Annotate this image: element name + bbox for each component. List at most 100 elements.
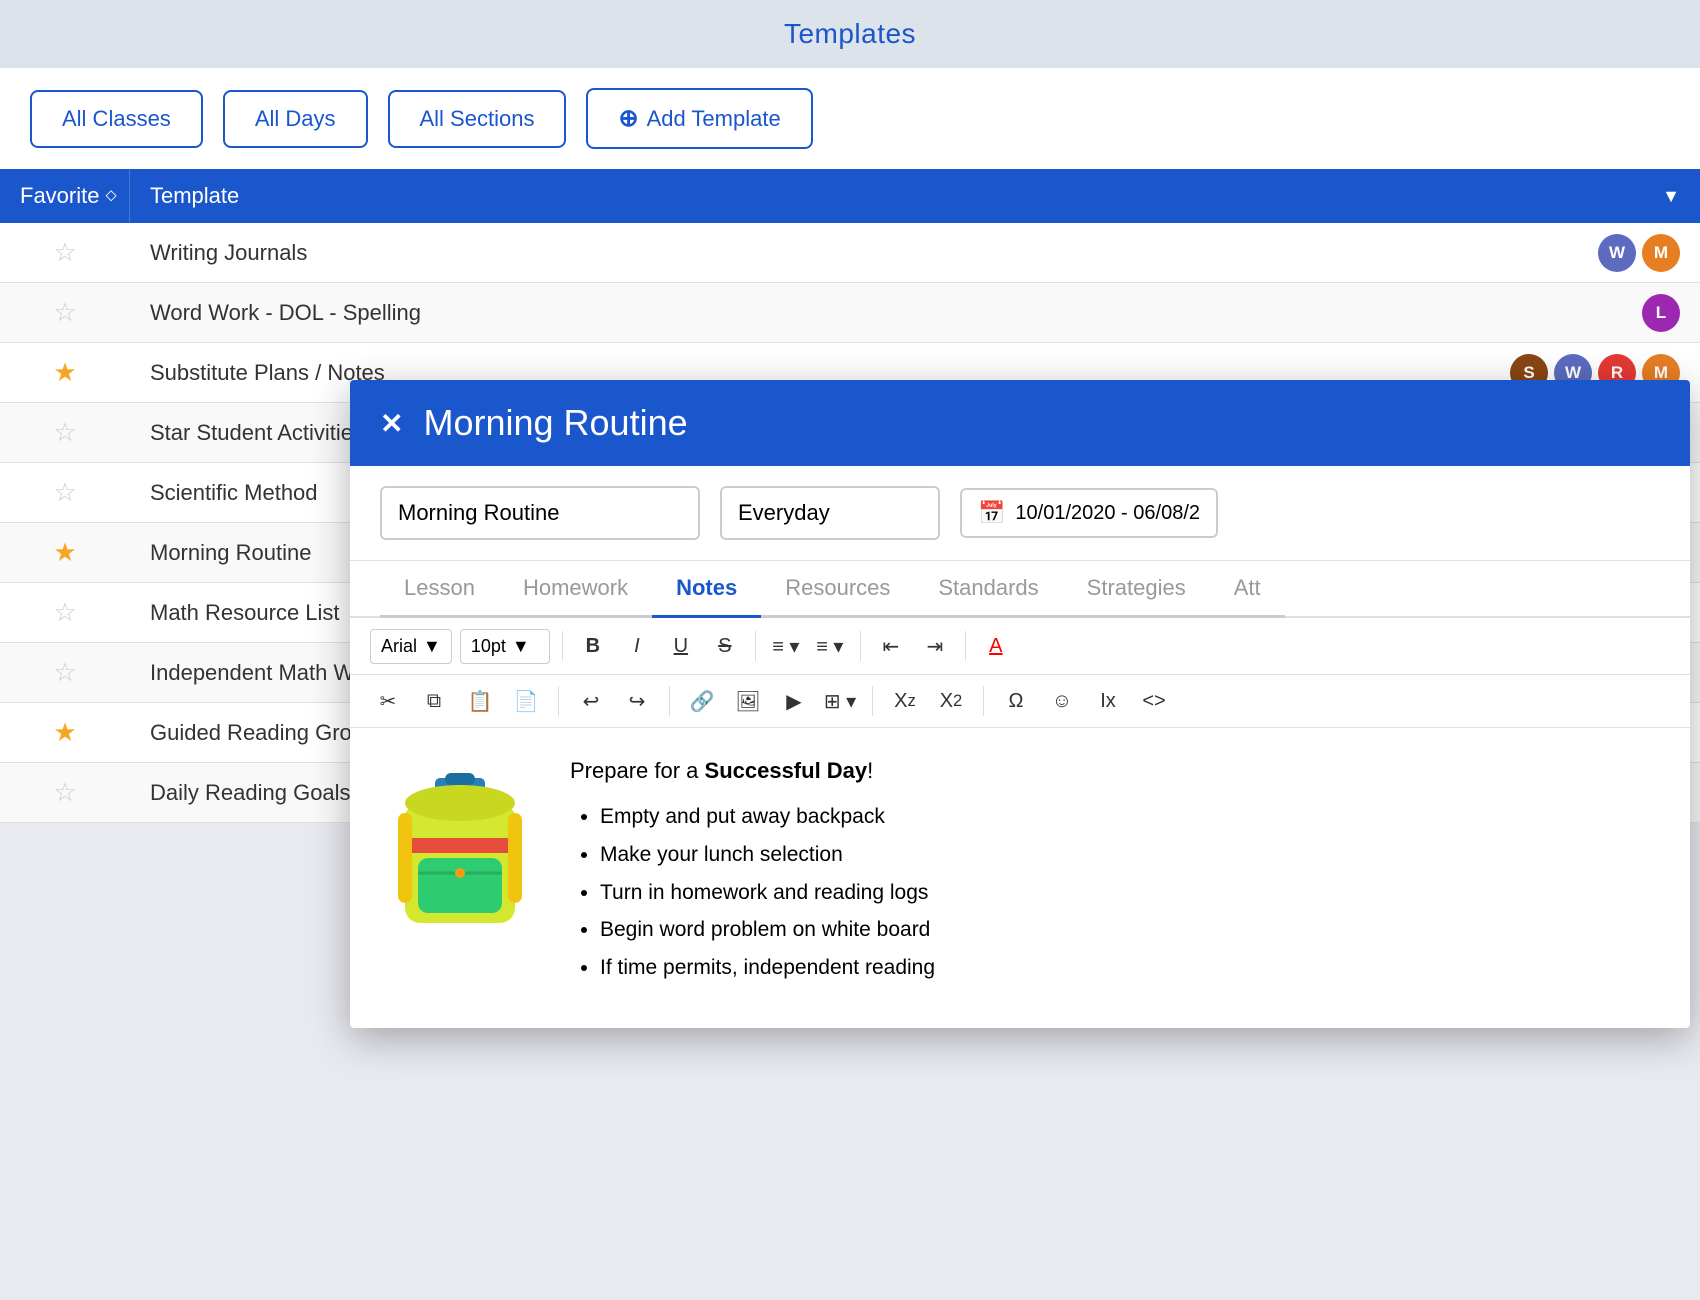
template-cell: Word Work - DOL - Spelling L xyxy=(130,284,1700,342)
tab-att[interactable]: Att xyxy=(1210,561,1285,618)
avatar: W xyxy=(1598,234,1636,272)
undo-button[interactable]: ↩ xyxy=(573,683,609,719)
video-button[interactable]: ▶ xyxy=(776,683,812,719)
unordered-list-button[interactable]: ≡ ▾ xyxy=(768,628,804,664)
copy-button[interactable]: ⧉ xyxy=(416,683,452,719)
table-header: Favorite ⬦ Template ▼ xyxy=(0,169,1700,223)
tab-standards[interactable]: Standards xyxy=(914,561,1062,618)
favorite-cell[interactable]: ★ xyxy=(0,707,130,758)
favorite-cell[interactable]: ☆ xyxy=(0,287,130,338)
tab-lesson[interactable]: Lesson xyxy=(380,561,499,618)
favorite-cell[interactable]: ☆ xyxy=(0,647,130,698)
modal-title: Morning Routine xyxy=(423,402,687,444)
star-icon[interactable]: ☆ xyxy=(53,777,76,808)
content-list: Empty and put away backpackMake your lun… xyxy=(570,798,1660,987)
modal-close-button[interactable]: ✕ xyxy=(380,407,403,440)
divider3 xyxy=(860,631,861,661)
star-icon[interactable]: ☆ xyxy=(53,297,76,328)
tab-notes[interactable]: Notes xyxy=(652,561,761,618)
cut-button[interactable]: ✂ xyxy=(370,683,406,719)
star-icon[interactable]: ☆ xyxy=(53,597,76,628)
frequency-input[interactable] xyxy=(720,486,940,540)
list-item: Turn in homework and reading logs xyxy=(600,874,1660,912)
font-color-button[interactable]: A xyxy=(978,628,1014,664)
col-favorite[interactable]: Favorite ⬦ xyxy=(0,169,130,223)
divider4 xyxy=(965,631,966,661)
clear-format-button[interactable]: Ιx xyxy=(1090,683,1126,719)
all-classes-button[interactable]: All Classes xyxy=(30,90,203,148)
underline-button[interactable]: U xyxy=(663,628,699,664)
editor-content[interactable]: Prepare for a Successful Day! Empty and … xyxy=(350,728,1690,1028)
favorite-cell[interactable]: ☆ xyxy=(0,587,130,638)
image-button[interactable]: 🖼 xyxy=(730,683,766,719)
modal-fields: 📅 10/01/2020 - 06/08/2 xyxy=(350,466,1690,561)
toolbar: All Classes All Days All Sections ⊕ Add … xyxy=(0,68,1700,169)
date-range-field[interactable]: 📅 10/01/2020 - 06/08/2 xyxy=(960,488,1218,538)
all-sections-button[interactable]: All Sections xyxy=(388,90,567,148)
italic-button[interactable]: I xyxy=(619,628,655,664)
star-icon[interactable]: ★ xyxy=(53,717,76,748)
star-icon[interactable]: ☆ xyxy=(53,237,76,268)
bold-button[interactable]: B xyxy=(575,628,611,664)
size-dropdown-icon: ▼ xyxy=(512,636,530,657)
redo-button[interactable]: ↪ xyxy=(619,683,655,719)
favorite-cell[interactable]: ☆ xyxy=(0,467,130,518)
outdent-button[interactable]: ⇤ xyxy=(873,628,909,664)
backpack-image xyxy=(380,758,540,938)
favorite-cell[interactable]: ★ xyxy=(0,527,130,578)
divider2 xyxy=(755,631,756,661)
font-selector[interactable]: Arial ▼ xyxy=(370,629,452,664)
content-intro: Prepare for a Successful Day! xyxy=(570,758,1660,784)
template-name: Word Work - DOL - Spelling xyxy=(150,300,1642,326)
template-name-input[interactable] xyxy=(380,486,700,540)
favorite-cell[interactable]: ★ xyxy=(0,347,130,398)
all-days-button[interactable]: All Days xyxy=(223,90,368,148)
ordered-list-button[interactable]: ≡ ▾ xyxy=(812,628,848,664)
editor-toolbar-row2: ✂ ⧉ 📋 📄 ↩ ↪ 🔗 🖼 ▶ ⊞ ▾ Xz X2 Ω ☺ Ιx <> xyxy=(350,675,1690,728)
calendar-icon: 📅 xyxy=(978,500,1005,526)
tab-resources[interactable]: Resources xyxy=(761,561,914,618)
superscript-button[interactable]: X2 xyxy=(933,683,969,719)
table-button[interactable]: ⊞ ▾ xyxy=(822,683,858,719)
favorite-cell[interactable]: ☆ xyxy=(0,767,130,818)
paste-button[interactable]: 📋 xyxy=(462,683,498,719)
emoji-button[interactable]: ☺ xyxy=(1044,683,1080,719)
indent-button[interactable]: ⇥ xyxy=(917,628,953,664)
content-area: Prepare for a Successful Day! Empty and … xyxy=(380,758,1660,987)
modal-header: ✕ Morning Routine xyxy=(350,380,1690,466)
tab-homework[interactable]: Homework xyxy=(499,561,652,618)
divider1 xyxy=(562,631,563,661)
template-cell: Writing Journals WM xyxy=(130,224,1700,282)
star-icon[interactable]: ★ xyxy=(53,357,76,388)
list-item: If time permits, independent reading xyxy=(600,949,1660,987)
tab-strategies[interactable]: Strategies xyxy=(1063,561,1210,618)
editor-toolbar-row1: Arial ▼ 10pt ▼ B I U S ≡ ▾ ≡ ▾ ⇤ ⇥ A xyxy=(350,618,1690,675)
avatar-group: WM xyxy=(1598,234,1680,272)
date-range-value: 10/01/2020 - 06/08/2 xyxy=(1015,502,1200,525)
special-char-button[interactable]: Ω xyxy=(998,683,1034,719)
table-row: ☆ Word Work - DOL - Spelling L xyxy=(0,283,1700,343)
star-icon[interactable]: ★ xyxy=(53,537,76,568)
dropdown-icon[interactable]: ▼ xyxy=(1662,186,1680,207)
add-icon: ⊕ xyxy=(618,104,638,133)
star-icon[interactable]: ☆ xyxy=(53,477,76,508)
font-dropdown-icon: ▼ xyxy=(423,636,441,657)
size-selector[interactable]: 10pt ▼ xyxy=(460,629,550,664)
avatar: L xyxy=(1642,294,1680,332)
template-name: Writing Journals xyxy=(150,240,1598,266)
star-icon[interactable]: ☆ xyxy=(53,417,76,448)
divider6 xyxy=(669,686,670,716)
star-icon[interactable]: ☆ xyxy=(53,657,76,688)
subscript-button[interactable]: Xz xyxy=(887,683,923,719)
code-button[interactable]: <> xyxy=(1136,683,1172,719)
favorite-cell[interactable]: ☆ xyxy=(0,407,130,458)
add-template-button[interactable]: ⊕ Add Template xyxy=(586,88,812,149)
strikethrough-button[interactable]: S xyxy=(707,628,743,664)
sort-icon: ⬦ xyxy=(105,187,116,205)
favorite-cell[interactable]: ☆ xyxy=(0,227,130,278)
page-title: Templates xyxy=(0,0,1700,68)
avatar-group: L xyxy=(1642,294,1680,332)
link-button[interactable]: 🔗 xyxy=(684,683,720,719)
paste-text-button[interactable]: 📄 xyxy=(508,683,544,719)
content-text: Prepare for a Successful Day! Empty and … xyxy=(570,758,1660,987)
